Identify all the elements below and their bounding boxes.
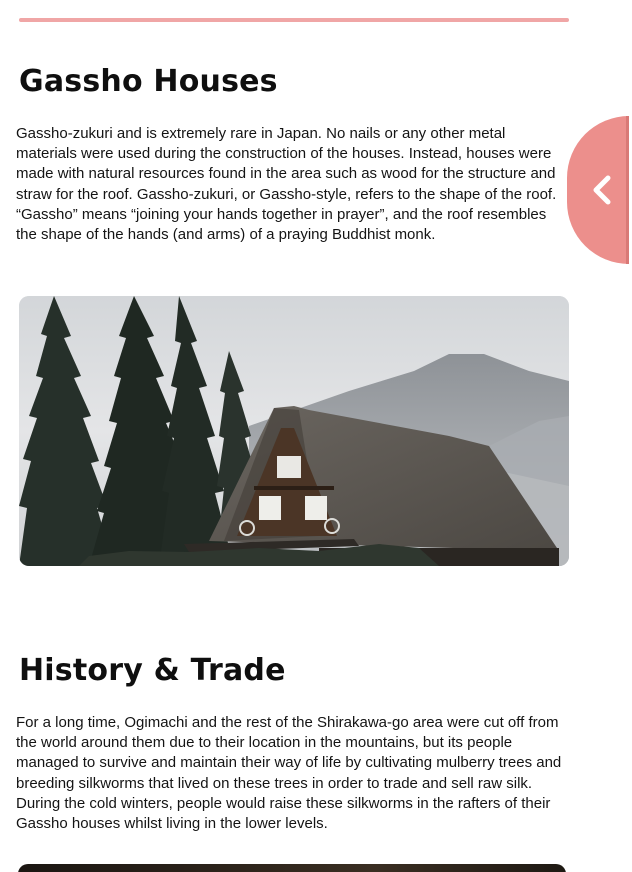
section-paragraph-gassho-houses: Gassho-zukuri and is extremely rare in J…: [16, 125, 557, 244]
gassho-house-photo: [19, 296, 569, 566]
history-photo: [18, 864, 566, 872]
divider: [19, 18, 569, 22]
section-title-history-trade: History & Trade: [19, 653, 286, 688]
section-paragraph-history-trade: For a long time, Ogimachi and the rest o…: [16, 714, 562, 833]
section-title-gassho-houses: Gassho Houses: [19, 64, 278, 99]
back-tab-button[interactable]: [567, 116, 629, 264]
chevron-left-icon: [593, 175, 611, 205]
tab-edge: [626, 116, 629, 264]
page: Gassho Houses Gassho-zukuri and is extre…: [0, 0, 632, 872]
